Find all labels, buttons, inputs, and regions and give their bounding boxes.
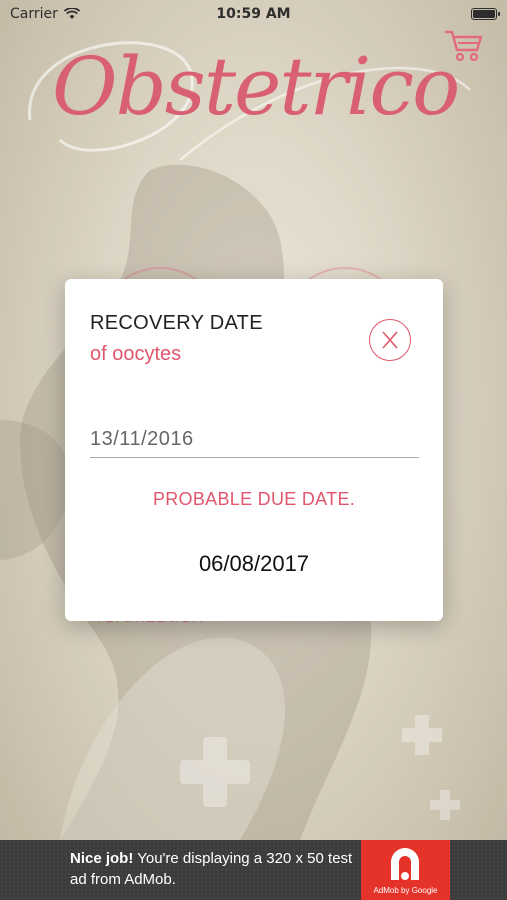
dialog-title: RECOVERY DATE [90, 312, 263, 334]
close-button[interactable] [369, 319, 411, 361]
close-icon [382, 331, 398, 349]
ad-bold-text: Nice job! [70, 850, 134, 867]
recovery-date-field[interactable] [90, 421, 419, 458]
due-date-value: 06/08/2017 [198, 551, 310, 576]
admob-icon [391, 848, 419, 880]
ad-text: Nice job! You're displaying a 320 x 50 t… [70, 848, 360, 890]
app-screen: Obstetrico fertilization Carrier 10:59 A… [0, 0, 507, 900]
recovery-date-dialog: RECOVERY DATE of oocytes PROBABLE DUE DA… [65, 279, 443, 621]
due-date-label: PROBABLE DUE DATE. [152, 489, 356, 509]
admob-caption: AdMob by Google [373, 886, 438, 895]
dialog-subtitle: of oocytes [90, 343, 182, 365]
admob-logo[interactable]: AdMob by Google [361, 840, 450, 900]
ad-banner[interactable]: Nice job! You're displaying a 320 x 50 t… [0, 840, 507, 900]
